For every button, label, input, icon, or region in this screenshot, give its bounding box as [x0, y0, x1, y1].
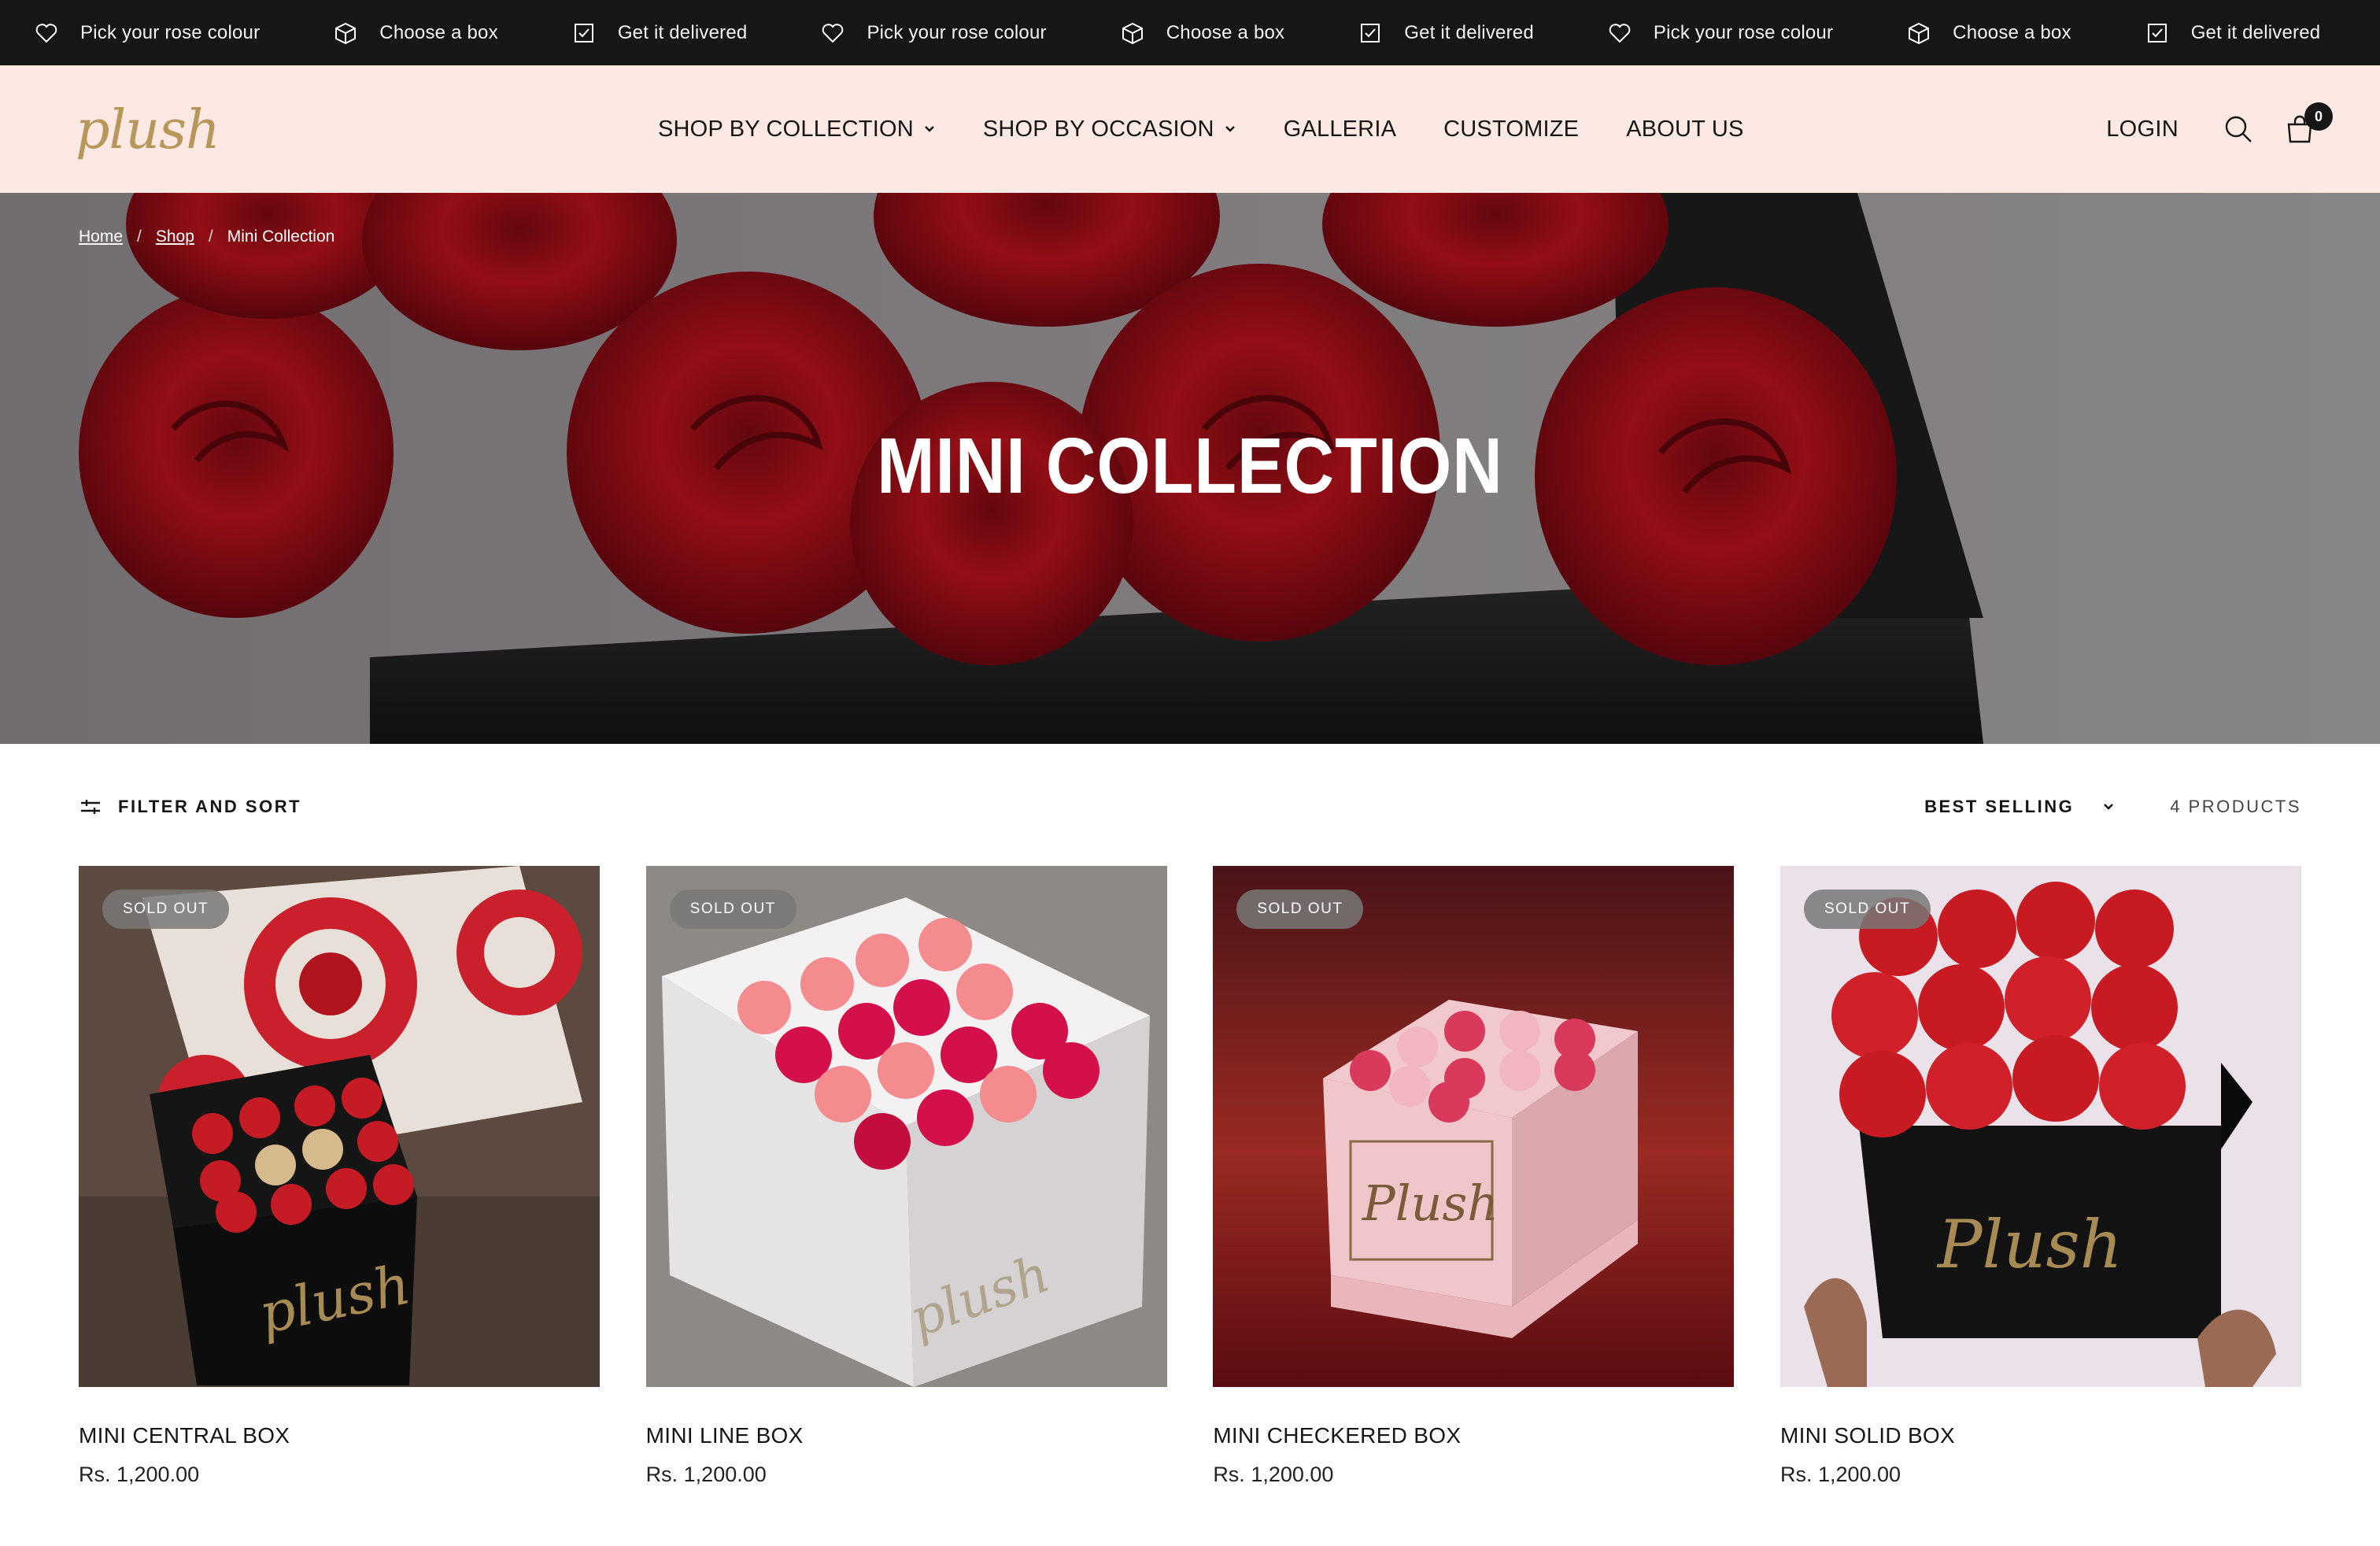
breadcrumb-current: Mini Collection — [227, 227, 335, 246]
box-icon — [1905, 20, 1932, 46]
checkbox-icon — [2144, 20, 2171, 46]
main-nav: SHOP BY COLLECTION SHOP BY OCCASION GALL… — [658, 65, 1744, 193]
nav-label: SHOP BY COLLECTION — [658, 116, 914, 142]
cart-button[interactable]: 0 — [2282, 102, 2333, 146]
breadcrumb-separator: / — [208, 227, 213, 246]
chevron-down-icon — [923, 123, 936, 135]
announcement-item: Get it delivered — [571, 0, 748, 65]
announcement-item: Pick your rose colour — [1606, 0, 1833, 65]
site-logo[interactable]: plush — [76, 95, 220, 166]
announcement-text: Pick your rose colour — [1653, 21, 1834, 43]
heart-icon — [33, 20, 60, 46]
heart-icon — [1606, 20, 1633, 46]
sold-out-badge: SOLD OUT — [669, 890, 796, 929]
nav-customize[interactable]: CUSTOMIZE — [1443, 117, 1579, 142]
header-actions: LOGIN 0 — [2106, 65, 2333, 193]
announcement-text: Get it delivered — [617, 21, 748, 43]
product-card[interactable]: plush SOLD OUT MINI CENTRAL BOX Rs. 1,20… — [79, 866, 600, 1487]
svg-text:Plush: Plush — [1936, 1206, 2123, 1283]
toolbar-right: BEST SELLING 4 PRODUCTS — [1924, 797, 2301, 817]
product-image[interactable]: Plush SOLD OUT — [1213, 866, 1735, 1387]
nav-about-us[interactable]: ABOUT US — [1626, 117, 1743, 142]
product-name[interactable]: MINI CHECKERED BOX — [1213, 1423, 1734, 1448]
nav-shop-by-collection[interactable]: SHOP BY COLLECTION — [658, 117, 936, 142]
product-name[interactable]: MINI SOLID BOX — [1780, 1423, 2301, 1448]
heart-icon — [819, 20, 846, 46]
sort-label: BEST SELLING — [1924, 797, 2075, 816]
nav-label: ABOUT US — [1626, 116, 1744, 142]
product-image[interactable]: plush SOLD OUT — [645, 866, 1167, 1387]
product-card[interactable]: Plush SOLD OUT MINI SOLID BOX Rs. 1,200.… — [1779, 866, 2301, 1487]
announcement-item: Get it delivered — [1357, 0, 1534, 65]
product-card[interactable]: Plush SOLD OUT MINI CHECKERED BOX Rs. 1,… — [1213, 866, 1735, 1487]
search-icon[interactable] — [2221, 112, 2256, 146]
announcement-item: Pick your rose colour — [819, 0, 1047, 65]
collection-toolbar: FILTER AND SORT BEST SELLING 4 PRODUCTS — [79, 787, 2301, 827]
announcement-item: Pick your rose colour — [33, 0, 260, 65]
breadcrumb-home[interactable]: Home — [79, 227, 123, 246]
product-name[interactable]: MINI LINE BOX — [646, 1423, 1167, 1448]
login-link[interactable]: LOGIN — [2106, 117, 2179, 142]
chevron-down-icon — [1224, 123, 1236, 135]
sliders-icon — [79, 795, 102, 819]
page-title: MINI COLLECTION — [877, 422, 1503, 510]
site-header: plush SHOP BY COLLECTION SHOP BY OCCASIO… — [0, 65, 2380, 193]
collection-hero: Home / Shop / Mini Collection MINI COLLE… — [0, 193, 2380, 744]
svg-text:Plush: Plush — [1362, 1174, 1499, 1232]
breadcrumb: Home / Shop / Mini Collection — [79, 227, 334, 246]
product-price: Rs. 1,200.00 — [1779, 1463, 1901, 1486]
nav-shop-by-occasion[interactable]: SHOP BY OCCASION — [983, 117, 1236, 142]
breadcrumb-separator: / — [137, 227, 142, 246]
announcement-item: Choose a box — [1119, 0, 1285, 65]
breadcrumb-shop[interactable]: Shop — [156, 227, 194, 246]
sold-out-badge: SOLD OUT — [1236, 890, 1364, 929]
box-icon — [1119, 20, 1146, 46]
product-card[interactable]: plush SOLD OUT MINI LINE BOX Rs. 1,200.0… — [645, 866, 1167, 1487]
announcement-text: Pick your rose colour — [867, 21, 1047, 43]
product-price: Rs. 1,200.00 — [79, 1463, 200, 1486]
announcement-text: Choose a box — [379, 21, 498, 43]
filter-label: FILTER AND SORT — [118, 797, 302, 816]
product-count: 4 PRODUCTS — [2170, 797, 2301, 816]
sort-select[interactable]: BEST SELLING — [1924, 797, 2115, 817]
product-image[interactable]: plush SOLD OUT — [79, 866, 600, 1387]
product-price: Rs. 1,200.00 — [1213, 1463, 1334, 1486]
announcement-bar: Pick your rose colour Choose a box Get it … — [0, 0, 2380, 65]
sold-out-badge: SOLD OUT — [1803, 890, 1931, 929]
checkbox-icon — [571, 20, 597, 46]
checkbox-icon — [1357, 20, 1384, 46]
nav-label: GALLERIA — [1283, 116, 1397, 142]
announcement-text: Get it delivered — [2190, 21, 2321, 43]
product-image[interactable]: Plush SOLD OUT — [1779, 866, 2301, 1387]
product-grid: plush SOLD OUT MINI CENTRAL BOX Rs. 1,20… — [79, 866, 2301, 1487]
chevron-down-icon — [2102, 801, 2115, 813]
announcement-item: Choose a box — [1905, 0, 2071, 65]
filter-and-sort-button[interactable]: FILTER AND SORT — [79, 795, 301, 819]
nav-galleria[interactable]: GALLERIA — [1284, 117, 1396, 142]
nav-label: CUSTOMIZE — [1443, 116, 1580, 142]
announcement-item: Choose a box — [332, 0, 498, 65]
announcement-item: Get it delivered — [2144, 0, 2321, 65]
announcement-text: Pick your rose colour — [80, 21, 261, 43]
cart-count-badge: 0 — [2304, 102, 2333, 131]
nav-label: SHOP BY OCCASION — [982, 116, 1214, 142]
sold-out-badge: SOLD OUT — [102, 890, 230, 929]
announcement-track: Pick your rose colour Choose a box Get it … — [0, 0, 2380, 65]
product-name[interactable]: MINI CENTRAL BOX — [79, 1423, 600, 1448]
box-icon — [332, 20, 359, 46]
announcement-text: Get it delivered — [1404, 21, 1534, 43]
announcement-text: Choose a box — [1166, 21, 1285, 43]
product-price: Rs. 1,200.00 — [645, 1463, 767, 1486]
announcement-text: Choose a box — [1953, 21, 2071, 43]
